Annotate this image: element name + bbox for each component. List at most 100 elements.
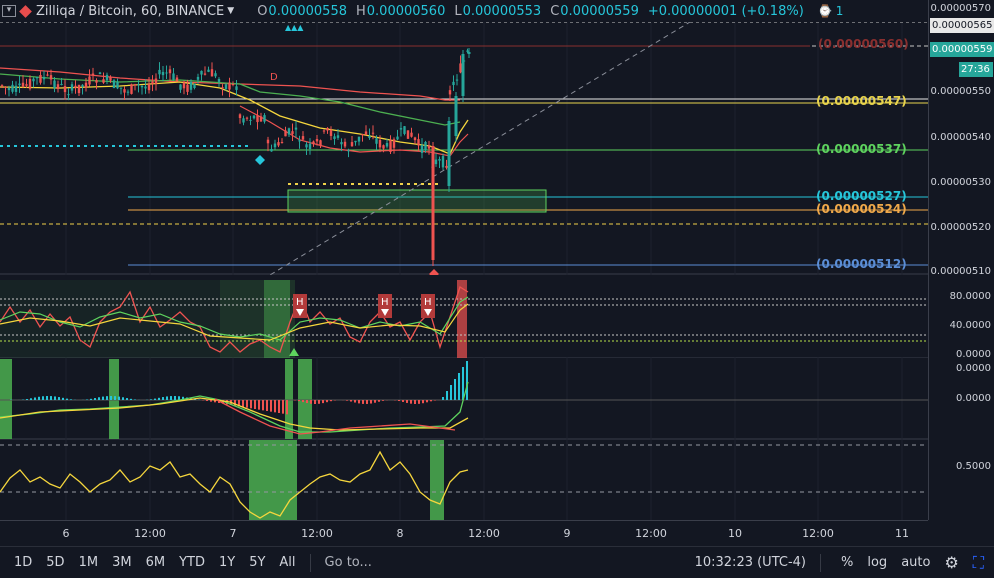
goto-button[interactable]: Go to... — [325, 555, 372, 570]
current-price-tag: 0.00000559 — [930, 42, 994, 57]
macd-bar — [94, 398, 96, 400]
price-chart[interactable]: D HHH ▲▲▲ — [0, 22, 928, 520]
candle-body — [74, 85, 77, 88]
indicators-toggle[interactable]: ⌚ 1 — [818, 4, 844, 18]
chart-area[interactable]: D HHH ▲▲▲ (0.00000560) (0.00000547) (0.0… — [0, 22, 928, 520]
ohlc-high-key: H — [356, 3, 366, 19]
log-toggle[interactable]: log — [867, 555, 887, 570]
candle-body — [399, 128, 403, 130]
candle-body — [186, 84, 189, 92]
chevron-down-icon[interactable]: ▼ — [227, 6, 234, 16]
candle-body — [431, 146, 435, 260]
candle-body — [266, 139, 270, 144]
candle-body — [461, 54, 465, 96]
macd-bar — [326, 400, 328, 403]
range-all-button[interactable]: All — [279, 555, 295, 570]
candle-body — [158, 69, 161, 75]
range-ytd-button[interactable]: YTD — [179, 555, 205, 570]
candle-body — [7, 87, 11, 91]
candle-body — [361, 134, 364, 136]
range-3m-button[interactable]: 3M — [112, 555, 132, 570]
candle-body — [214, 73, 217, 77]
time-tick: 10 — [728, 527, 742, 540]
candle-body — [445, 165, 448, 168]
range-6m-button[interactable]: 6M — [146, 555, 166, 570]
macd-bar — [58, 397, 60, 400]
time-tick: 11 — [895, 527, 909, 540]
macd-bar — [286, 400, 288, 415]
collapse-icon[interactable]: ▾ — [2, 5, 16, 17]
candle-body — [434, 159, 438, 165]
clock[interactable]: 10:32:23 (UTC-4) — [695, 555, 806, 570]
candle-body — [333, 136, 336, 139]
fullscreen-icon[interactable]: ⛶ — [973, 553, 984, 573]
macd-bar — [262, 400, 264, 411]
macd-bar — [250, 400, 252, 409]
candle-body — [291, 131, 294, 135]
candle-body — [25, 84, 28, 86]
candle-body — [32, 78, 35, 82]
macd-bar — [86, 399, 88, 400]
candle-body — [49, 75, 53, 80]
macd-bar — [310, 400, 312, 404]
time-tick: 12:00 — [301, 527, 333, 540]
range-1y-button[interactable]: 1Y — [219, 555, 235, 570]
time-tick: 12:00 — [635, 527, 667, 540]
range-5d-button[interactable]: 5D — [46, 555, 64, 570]
candle-body — [326, 127, 329, 131]
price-axis[interactable]: 0.00000570 0.00000565 0.00000559 27:36 0… — [928, 0, 994, 520]
range-box[interactable] — [287, 189, 547, 213]
ohlc-close-key: C — [550, 3, 560, 19]
bottom-toolbar: 1D 5D 1M 3M 6M YTD 1Y 5Y All Go to... 10… — [0, 546, 994, 578]
candle-body — [126, 91, 130, 93]
macd-pane — [0, 359, 928, 439]
macd-bar — [422, 400, 424, 404]
candle-body — [375, 138, 378, 144]
d-marker: D — [270, 72, 278, 83]
trend-line[interactable] — [254, 22, 691, 285]
time-axis[interactable]: 6 12:00 7 12:00 8 12:00 9 12:00 10 12:00… — [0, 520, 928, 546]
ohlc-open-key: O — [257, 3, 268, 19]
macd-bar — [118, 396, 120, 400]
candle-body — [221, 87, 224, 89]
range-1d-button[interactable]: 1D — [14, 555, 32, 570]
candle-body — [413, 137, 417, 141]
candle-body — [39, 74, 42, 83]
range-1m-button[interactable]: 1M — [79, 555, 99, 570]
candle-body — [42, 76, 46, 80]
candle-body — [305, 144, 308, 148]
level-label-cyan: (0.00000527) — [816, 189, 907, 203]
candle-body — [28, 78, 32, 89]
candle-body — [340, 142, 343, 145]
candle-body — [455, 79, 459, 81]
gear-icon[interactable]: ⚙ — [944, 553, 958, 572]
macd-bar — [430, 400, 432, 402]
auto-toggle[interactable]: auto — [901, 555, 930, 570]
level-label-yellow: (0.00000547) — [816, 94, 907, 108]
candle-body — [21, 82, 25, 87]
macd-bar — [150, 399, 152, 400]
macd-bar — [370, 400, 372, 404]
candle-body — [56, 84, 60, 90]
candle-body — [112, 80, 116, 89]
macd-bar — [98, 397, 100, 400]
candle-body — [235, 86, 238, 90]
candle-body — [410, 132, 413, 137]
ohlc-low-value: 0.00000553 — [462, 3, 542, 19]
macd-bar — [130, 398, 132, 400]
macd-bar — [306, 400, 308, 404]
candle-body — [441, 156, 445, 168]
candle-body — [273, 143, 277, 148]
time-tick: 12:00 — [468, 527, 500, 540]
time-tick: 6 — [62, 527, 70, 540]
eye-icon: ⌚ — [817, 4, 833, 18]
percent-toggle[interactable]: % — [841, 555, 853, 570]
macd-bar — [66, 398, 68, 400]
candle-body — [84, 82, 88, 88]
macd-bar — [442, 397, 444, 400]
candle-body — [301, 136, 305, 140]
market-status-icon — [19, 4, 32, 18]
range-5y-button[interactable]: 5Y — [249, 555, 265, 570]
symbol-title[interactable]: Zilliqa / Bitcoin, 60, BINANCE — [36, 4, 224, 19]
candle-body — [46, 74, 49, 76]
